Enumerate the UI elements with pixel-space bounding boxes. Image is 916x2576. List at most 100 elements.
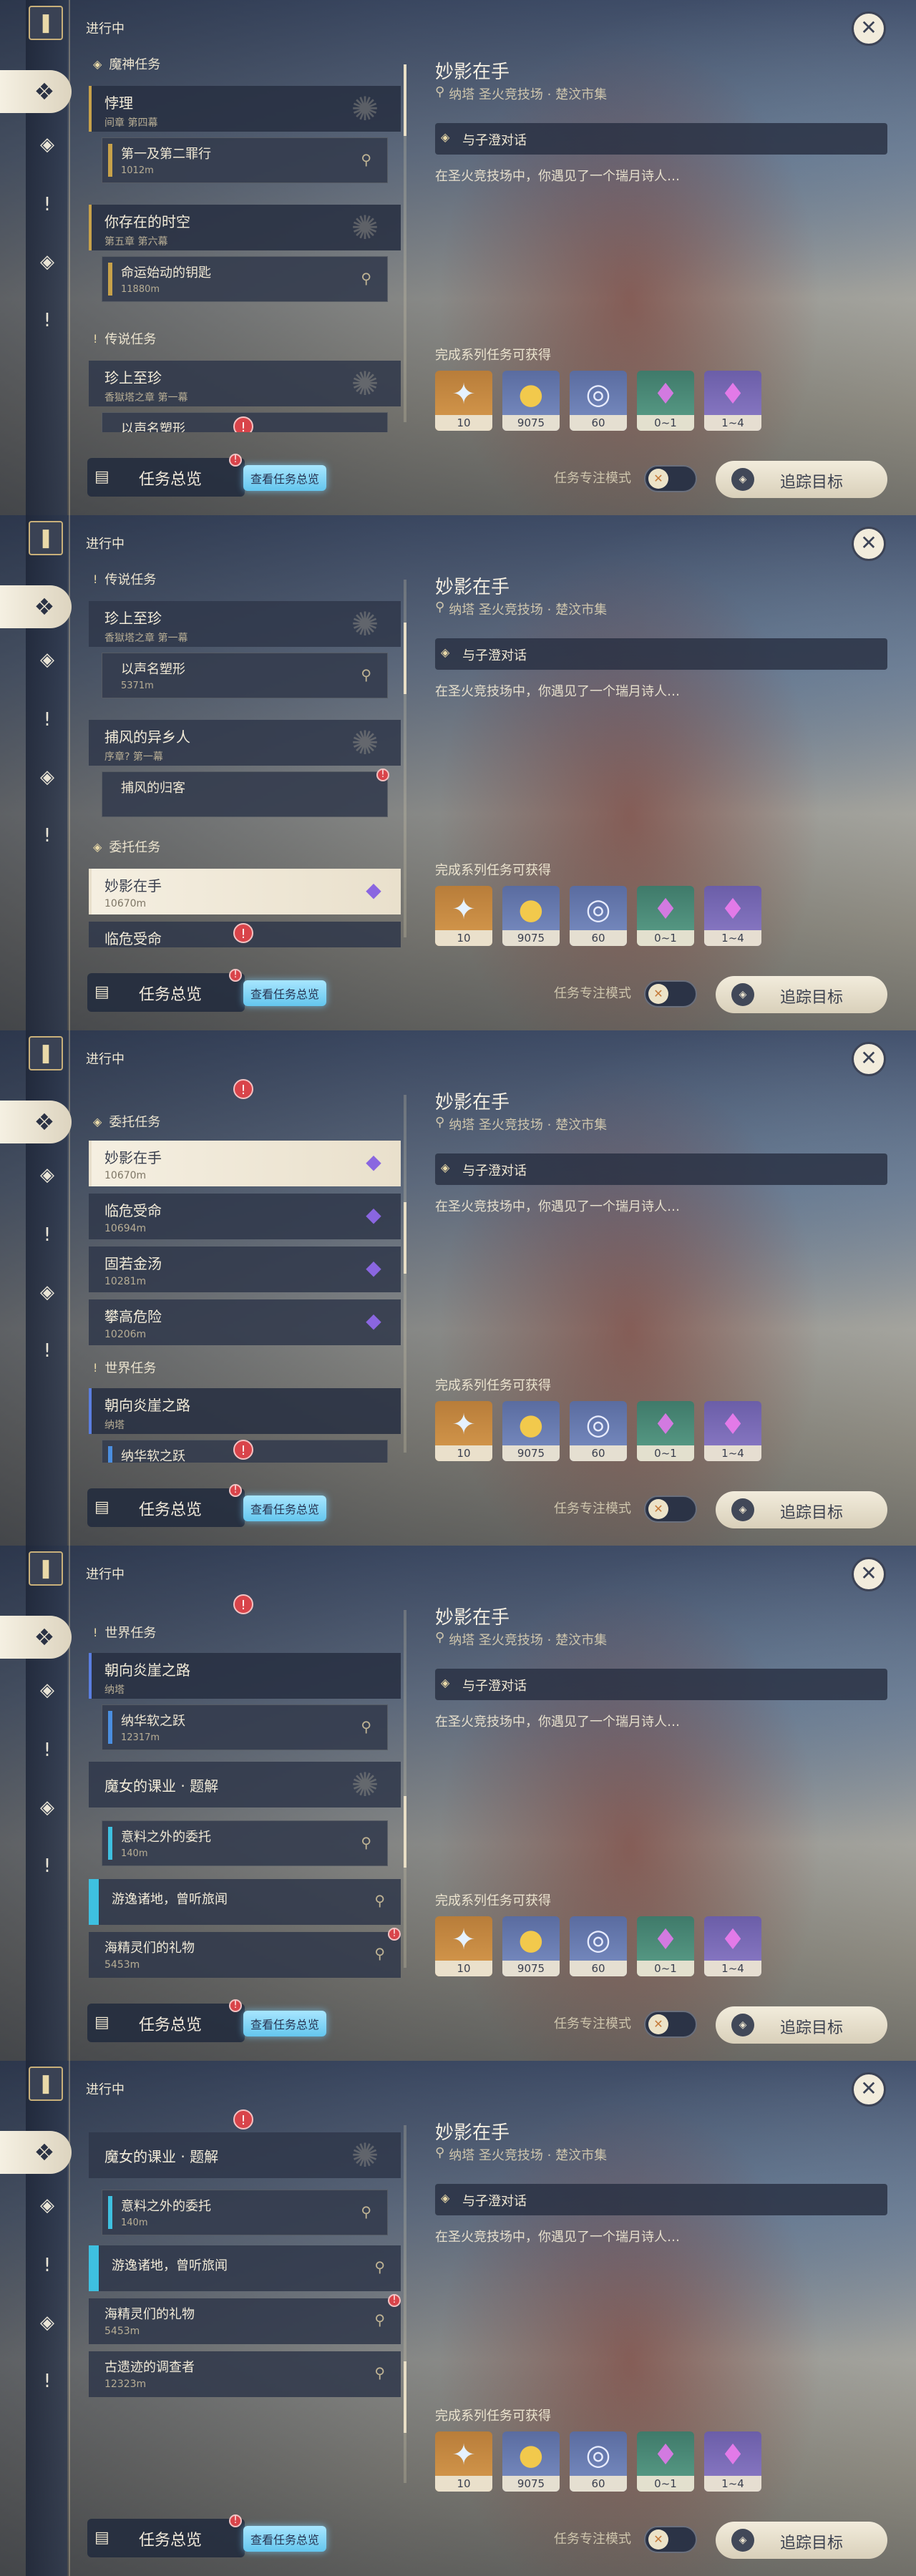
quest-book-icon[interactable]: ❚ — [29, 521, 63, 555]
quest-card[interactable]: 魔女的课业 · 题解 ✺ — [89, 1762, 401, 1807]
quest-card[interactable]: 悖理 间章 第四幕 ✺ — [89, 86, 401, 132]
world-quest-icon[interactable]: ! — [31, 820, 63, 852]
reward-item[interactable]: ♦ 0~1 — [637, 886, 694, 946]
map-pin-icon[interactable]: ⚲ — [361, 1718, 371, 1735]
reward-item[interactable]: ♦ 0~1 — [637, 1401, 694, 1461]
quest-card-selected[interactable]: 妙影在手 10670m ◆ — [89, 1141, 401, 1186]
reward-item[interactable]: ♦ 1~4 — [704, 1916, 761, 1976]
quest-card[interactable]: 海精灵们的礼物 5453m ⚲ — [89, 1932, 401, 1978]
commission-icon[interactable]: ◈ — [31, 761, 63, 793]
reward-item[interactable]: ♦ 1~4 — [704, 371, 761, 431]
quest-overview-button[interactable]: ▤ 任务总览 ! — [87, 1999, 245, 2042]
reward-item[interactable]: ◎ 60 — [570, 2431, 627, 2492]
world-quest-icon[interactable]: ! — [31, 1850, 63, 1882]
commission-icon[interactable]: ◈ — [31, 246, 63, 278]
story-quest-icon[interactable]: ! — [31, 704, 63, 736]
all-quests-tab[interactable]: ❖ — [0, 70, 72, 113]
quest-card[interactable]: 魔女的课业 · 题解 ✺ — [89, 2132, 401, 2178]
reward-item[interactable]: ● 9075 — [502, 1916, 560, 1976]
reward-item[interactable]: ● 9075 — [502, 886, 560, 946]
reward-item[interactable]: ✦ 10 — [435, 886, 492, 946]
all-quests-tab[interactable]: ❖ — [0, 1616, 72, 1659]
reward-item[interactable]: ◎ 60 — [570, 1401, 627, 1461]
quest-card[interactable]: 古遗迹的调查者 12323m ⚲ — [89, 2351, 401, 2397]
view-overview-link[interactable]: 查看任务总览 — [243, 980, 327, 1006]
reward-item[interactable]: ◎ 60 — [570, 371, 627, 431]
commission-icon[interactable]: ◈ — [31, 1792, 63, 1823]
quest-book-icon[interactable]: ❚ — [29, 2067, 63, 2101]
reward-item[interactable]: ✦ 10 — [435, 1401, 492, 1461]
track-target-button[interactable]: ◈ 追踪目标 — [716, 2522, 887, 2559]
view-overview-link[interactable]: 查看任务总览 — [243, 2526, 327, 2552]
reward-item[interactable]: ♦ 0~1 — [637, 371, 694, 431]
reward-item[interactable]: ● 9075 — [502, 1401, 560, 1461]
quest-overview-button[interactable]: ▤ 任务总览 ! — [87, 1484, 245, 1527]
map-pin-icon[interactable]: ⚲ — [361, 2203, 371, 2220]
reward-item[interactable]: ♦ 0~1 — [637, 2431, 694, 2492]
commission-icon[interactable]: ◈ — [31, 1277, 63, 1308]
map-pin-icon[interactable]: ⚲ — [361, 270, 371, 287]
reward-item[interactable]: ✦ 10 — [435, 371, 492, 431]
quest-overview-button[interactable]: ▤ 任务总览 ! — [87, 2514, 245, 2557]
quest-overview-button[interactable]: ▤ 任务总览 ! — [87, 969, 245, 1012]
map-pin-icon[interactable]: ⚲ — [361, 666, 371, 683]
track-target-button[interactable]: ◈ 追踪目标 — [716, 461, 887, 498]
track-target-button[interactable]: ◈ 追踪目标 — [716, 2006, 887, 2044]
quest-card-selected[interactable]: 妙影在手 10670m ◆ — [89, 869, 401, 914]
quest-step-item[interactable]: 意料之外的委托 140m ⚲ — [102, 2190, 388, 2235]
view-overview-link[interactable]: 查看任务总览 — [243, 1496, 327, 1521]
view-overview-link[interactable]: 查看任务总览 — [243, 2011, 327, 2036]
reward-item[interactable]: ✦ 10 — [435, 2431, 492, 2492]
all-quests-tab[interactable]: ❖ — [0, 2131, 72, 2174]
archon-quest-icon[interactable]: ◈ — [31, 2190, 63, 2221]
quest-card[interactable]: 珍上至珍 香獄塔之章 第一幕 ✺ — [89, 601, 401, 647]
quest-card[interactable]: 游逸诸地，曾听旅闻 ⚲ — [89, 2245, 401, 2291]
view-overview-link[interactable]: 查看任务总览 — [243, 465, 327, 491]
reward-item[interactable]: ♦ 1~4 — [704, 2431, 761, 2492]
close-button[interactable]: ✕ — [852, 1557, 886, 1591]
archon-quest-icon[interactable]: ◈ — [31, 644, 63, 675]
story-quest-icon[interactable]: ! — [31, 1219, 63, 1251]
focus-mode-toggle[interactable]: ✕ — [644, 980, 697, 1008]
quest-card[interactable]: 你存在的时空 第五章 第六幕 ✺ — [89, 205, 401, 250]
quest-step-item[interactable]: 意料之外的委托 140m ⚲ — [102, 1820, 388, 1866]
close-button[interactable]: ✕ — [852, 1042, 886, 1076]
focus-mode-toggle[interactable]: ✕ — [644, 2011, 697, 2038]
world-quest-icon[interactable]: ! — [31, 1335, 63, 1367]
all-quests-tab[interactable]: ❖ — [0, 585, 72, 628]
archon-quest-icon[interactable]: ◈ — [31, 1159, 63, 1191]
close-button[interactable]: ✕ — [852, 527, 886, 561]
story-quest-icon[interactable]: ! — [31, 1735, 63, 1766]
quest-step-item[interactable]: 以声名塑形 5371m ⚲ — [102, 653, 388, 698]
quest-overview-button[interactable]: ▤ 任务总览 ! — [87, 454, 245, 497]
map-pin-icon[interactable]: ⚲ — [374, 1892, 385, 1909]
map-pin-icon[interactable]: ⚲ — [361, 1834, 371, 1851]
quest-card[interactable]: 临危受命 10694m ◆ — [89, 1194, 401, 1239]
archon-quest-icon[interactable]: ◈ — [31, 1674, 63, 1706]
quest-card[interactable]: 固若金汤 10281m ◆ — [89, 1246, 401, 1292]
commission-icon[interactable]: ◈ — [31, 2307, 63, 2338]
archon-quest-icon[interactable]: ◈ — [31, 129, 63, 160]
reward-item[interactable]: ✦ 10 — [435, 1916, 492, 1976]
close-button[interactable]: ✕ — [852, 11, 886, 46]
focus-mode-toggle[interactable]: ✕ — [644, 1496, 697, 1523]
map-pin-icon[interactable]: ⚲ — [361, 151, 371, 168]
quest-card[interactable]: 朝向炎崖之路 纳塔 — [89, 1653, 401, 1699]
quest-step-item[interactable]: 纳华软之跃 12317m ⚲ — [102, 1704, 388, 1750]
reward-item[interactable]: ♦ 1~4 — [704, 1401, 761, 1461]
track-target-button[interactable]: ◈ 追踪目标 — [716, 976, 887, 1013]
quest-book-icon[interactable]: ❚ — [29, 1551, 63, 1586]
map-pin-icon[interactable]: ⚲ — [374, 1945, 385, 1962]
focus-mode-toggle[interactable]: ✕ — [644, 2526, 697, 2553]
focus-mode-toggle[interactable]: ✕ — [644, 465, 697, 492]
all-quests-tab[interactable]: ❖ — [0, 1101, 72, 1143]
quest-card[interactable]: 朝向炎崖之路 纳塔 — [89, 1388, 401, 1434]
quest-step-item[interactable]: 捕风的归客 — [102, 771, 388, 817]
map-pin-icon[interactable]: ⚲ — [374, 2364, 385, 2381]
story-quest-icon[interactable]: ! — [31, 2250, 63, 2281]
reward-item[interactable]: ● 9075 — [502, 2431, 560, 2492]
quest-book-icon[interactable]: ❚ — [29, 1036, 63, 1070]
story-quest-icon[interactable]: ! — [31, 189, 63, 220]
world-quest-icon[interactable]: ! — [31, 2366, 63, 2397]
quest-step-item[interactable]: 第一及第二罪行 1012m ⚲ — [102, 137, 388, 183]
